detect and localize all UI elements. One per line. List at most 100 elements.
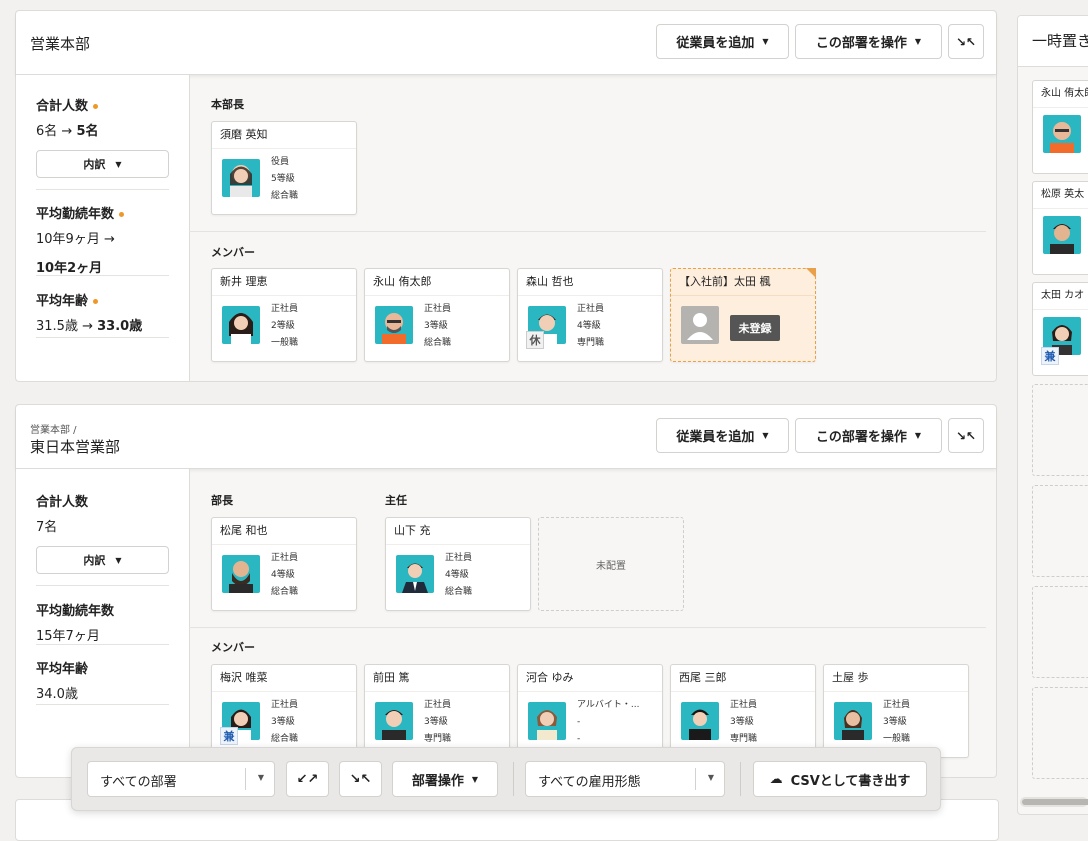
employee-card[interactable]: 河合 ゆみ アルバイト・... - -	[517, 664, 663, 758]
stat-value: 7名	[36, 520, 58, 535]
employee-name: 須磨 英知	[212, 122, 356, 149]
employee-name: 永山 侑太郎	[365, 269, 509, 296]
dept-actions-label: この部署を操作	[815, 36, 907, 51]
stat-label: 平均勤続年数	[36, 604, 115, 619]
stat-from: 6名	[36, 124, 58, 139]
section-label-manager: 部長	[211, 494, 233, 507]
stat-to: 33.0歳	[97, 319, 143, 334]
corner-flag-icon	[806, 268, 816, 278]
caret-down-icon: ▼	[115, 555, 122, 565]
collapse-icon: ↘↖	[955, 428, 977, 443]
caret-down-icon: ▼	[707, 773, 714, 782]
job-type: 一般職	[883, 734, 911, 744]
employee-card[interactable]: 須磨 英知 役員 5等級 総合職	[211, 121, 357, 215]
empty-slot	[1032, 485, 1088, 577]
employee-name: 松尾 和也	[212, 518, 356, 545]
stats-sidebar: 合計人数 7名 内訳 ▼ 平均勤続年数 15年7ヶ月 平均年齢 34.0歳	[16, 469, 190, 777]
divider	[36, 337, 169, 338]
add-employee-button[interactable]: 従業員を追加 ▼	[656, 24, 789, 59]
employee-card[interactable]: 太田 カオ 兼	[1032, 282, 1088, 376]
employee-info: 正社員 3等級 専門職	[424, 697, 451, 748]
pending-employee-card[interactable]: 【入社前】太田 楓 未登録	[670, 268, 816, 362]
add-employee-label: 従業員を追加	[676, 430, 755, 445]
employee-card[interactable]: 新井 理恵 正社員 2等級 一般職	[211, 268, 357, 362]
employee-card[interactable]: 森山 哲也 休 正社員 4等級 専門職	[517, 268, 663, 362]
divider	[36, 585, 169, 586]
employee-info: 正社員 4等級 専門職	[577, 301, 604, 352]
divider	[36, 189, 169, 190]
employment-type-select[interactable]: すべての雇用形態 ▼	[525, 761, 725, 797]
employee-card[interactable]: 永山 侑太郎 正社員 3等級 総合職	[364, 268, 510, 362]
stats-sidebar: 合計人数 6名 → 5名 内訳 ▼ 平均勤続年数 10年9ヶ月 → 10年2ヶ月 …	[16, 75, 190, 381]
stat-tenure: 平均勤続年数 10年9ヶ月 → 10年2ヶ月	[36, 203, 169, 276]
stat-to: 5名	[76, 124, 99, 139]
collapse-button[interactable]: ↘↖	[948, 24, 984, 59]
employee-name: 前田 篤	[365, 665, 509, 692]
employee-info: 正社員 3等級 一般職	[883, 697, 910, 748]
change-dot-icon	[93, 104, 99, 109]
dept-header: 営業本部 従業員を追加 ▼ この部署を操作 ▼ ↘↖	[16, 11, 996, 75]
employee-card[interactable]: 前田 篤 正社員 3等級 専門職	[364, 664, 510, 758]
stat-label: 平均年齢	[36, 662, 89, 677]
job-type: -	[577, 734, 581, 744]
dept-panel-sales-hq: 営業本部 従業員を追加 ▼ この部署を操作 ▼ ↘↖ 合計人数 6名 → 5名 内訳…	[15, 10, 997, 382]
collapse-all-button[interactable]: ↘↖	[339, 761, 382, 797]
change-dot-icon	[93, 299, 99, 304]
grade: 3等級	[271, 717, 295, 727]
horizontal-scrollbar[interactable]	[1020, 797, 1088, 807]
section-label-members: メンバー	[211, 246, 255, 259]
empty-slot	[1032, 384, 1088, 476]
concurrent-tag: 兼	[1041, 347, 1059, 365]
dept-actions-button[interactable]: この部署を操作 ▼	[795, 24, 942, 59]
employee-card[interactable]: 松原 英太	[1032, 181, 1088, 275]
breakdown-dropdown[interactable]: 内訳 ▼	[36, 546, 169, 574]
job-type: 専門職	[730, 734, 758, 744]
add-employee-button[interactable]: 従業員を追加 ▼	[656, 418, 789, 453]
stat-from: 10年9ヶ月	[36, 232, 100, 247]
avatar	[1043, 115, 1081, 153]
expand-all-button[interactable]: ↙↗	[286, 761, 329, 797]
employee-card[interactable]: 西尾 三郎 正社員 3等級専門職	[670, 664, 816, 758]
collapse-icon: ↘↖	[955, 34, 977, 49]
avatar	[834, 702, 872, 740]
employee-info: 正社員 4等級 総合職	[445, 550, 472, 601]
collapse-icon: ↘↖	[349, 771, 372, 787]
employment-type: 正社員	[271, 553, 299, 563]
employee-info: 正社員 3等級 総合職	[271, 697, 298, 748]
employee-card[interactable]: 土屋 歩 正社員 3等級 一般職	[823, 664, 969, 758]
employee-info: 正社員 3等級専門職	[730, 697, 757, 748]
breakdown-dropdown[interactable]: 内訳 ▼	[36, 150, 169, 178]
job-type: 総合職	[271, 191, 299, 201]
employee-card[interactable]: 永山 侑太郎	[1032, 80, 1088, 174]
employment-type: 正社員	[730, 700, 758, 710]
section-label-chief: 主任	[385, 494, 407, 507]
grade: 3等級	[730, 717, 754, 727]
stat-value: 34.0歳	[36, 687, 78, 702]
dept-title: 営業本部	[30, 35, 91, 53]
export-csv-button[interactable]: ☁ CSVとして書き出す	[753, 761, 927, 797]
employee-card[interactable]: 山下 充 正社員 4等級 総合職	[385, 517, 531, 611]
employee-name: 土屋 歩	[824, 665, 968, 692]
add-employee-label: 従業員を追加	[676, 36, 755, 51]
collapse-button[interactable]: ↘↖	[948, 418, 984, 453]
avatar	[681, 702, 719, 740]
avatar	[222, 159, 260, 197]
dept-operations-button[interactable]: 部署操作 ▼	[392, 761, 498, 797]
stat-to: 10年2ヶ月	[36, 261, 103, 276]
grade: 5等級	[271, 174, 295, 184]
unassigned-slot[interactable]: 未配置	[538, 517, 684, 611]
toolbar-divider	[513, 762, 514, 796]
employee-card[interactable]: 梅沢 唯菜 兼 正社員 3等級 総合職	[211, 664, 357, 758]
floating-toolbar: すべての部署 ▼ ↙↗ ↘↖ 部署操作 ▼ すべての雇用形態 ▼ ☁ CSVとして書…	[71, 747, 941, 811]
stat-age: 平均年齢 34.0歳	[36, 658, 169, 702]
dept-filter-select[interactable]: すべての部署 ▼	[87, 761, 275, 797]
divider	[189, 231, 986, 232]
employee-name: 西尾 三郎	[671, 665, 815, 692]
scrollbar-thumb[interactable]	[1022, 799, 1088, 805]
stat-from: 31.5歳	[36, 319, 78, 334]
employee-card[interactable]: 松尾 和也 正社員 4等級 総合職	[211, 517, 357, 611]
dept-actions-button[interactable]: この部署を操作 ▼	[795, 418, 942, 453]
stat-tenure: 平均勤続年数 15年7ヶ月	[36, 600, 169, 644]
employment-type: 正社員	[271, 700, 299, 710]
grade: 3等級	[883, 717, 907, 727]
